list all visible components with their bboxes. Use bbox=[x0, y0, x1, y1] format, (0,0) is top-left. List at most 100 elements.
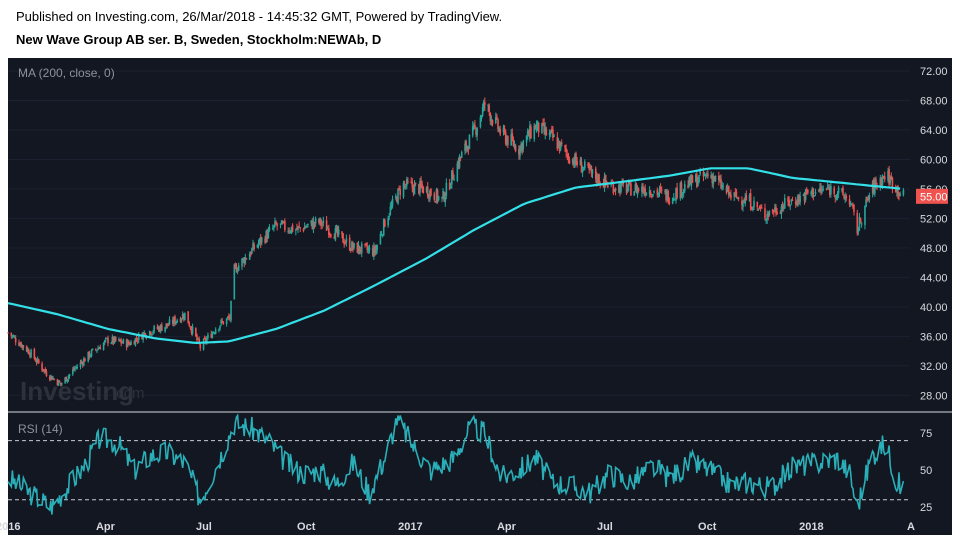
candle-body bbox=[826, 186, 829, 189]
candle-body bbox=[651, 196, 653, 198]
candle-body bbox=[207, 334, 209, 338]
candle-body bbox=[836, 194, 839, 196]
candle-body bbox=[368, 247, 371, 251]
price-tick-label: 40.00 bbox=[920, 302, 948, 314]
candle-body bbox=[422, 187, 425, 194]
price-tick-label: 36.00 bbox=[920, 331, 948, 343]
candle-body bbox=[202, 339, 205, 350]
candle-body bbox=[507, 136, 509, 145]
candle-body bbox=[849, 202, 852, 204]
date-tick-label: 2017 bbox=[398, 521, 422, 533]
candle-body bbox=[276, 224, 278, 227]
candle-body bbox=[468, 134, 471, 150]
candle-body bbox=[388, 215, 391, 217]
candle-body bbox=[707, 173, 709, 177]
candle-body bbox=[214, 329, 217, 334]
candle-body bbox=[414, 182, 417, 184]
candle-body bbox=[768, 211, 771, 216]
candle-body bbox=[460, 151, 463, 158]
candle-body bbox=[376, 245, 378, 251]
candle-body bbox=[676, 187, 678, 198]
candle-body bbox=[45, 371, 48, 377]
candle-body bbox=[757, 208, 760, 210]
candle-body bbox=[503, 128, 506, 133]
candle-body bbox=[187, 311, 189, 324]
candle-body bbox=[245, 258, 248, 260]
candle-body bbox=[102, 343, 105, 350]
price-tick-label: 48.00 bbox=[920, 243, 948, 255]
candle-body bbox=[136, 340, 139, 342]
candle-body bbox=[110, 342, 113, 344]
candle-body bbox=[426, 186, 429, 197]
candle-body bbox=[853, 204, 855, 212]
date-tick-label: Oct bbox=[698, 521, 717, 533]
candle-body bbox=[714, 175, 717, 181]
candle-body bbox=[334, 228, 337, 241]
price-tick-label: 52.00 bbox=[920, 213, 948, 225]
date-tick-label: 2016 bbox=[0, 521, 20, 533]
candle-body bbox=[260, 237, 263, 243]
candle-body bbox=[321, 224, 324, 226]
candle-body bbox=[480, 115, 483, 119]
candle-body bbox=[514, 145, 517, 152]
candle-body bbox=[672, 197, 675, 199]
candle-body bbox=[33, 349, 36, 359]
candle-body bbox=[789, 204, 792, 206]
candle-body bbox=[84, 358, 86, 362]
chart-canvas[interactable]: Investing .com MA (200, close, 0) 72.006… bbox=[0, 0, 960, 540]
candle-body bbox=[530, 126, 532, 139]
candle-body bbox=[658, 188, 661, 194]
date-tick-label: Apr bbox=[497, 521, 517, 533]
candle-body bbox=[484, 102, 486, 106]
last-price-marker: 55.00 bbox=[916, 188, 948, 204]
candle-body bbox=[825, 188, 828, 190]
date-tick-label: Jul bbox=[597, 521, 613, 533]
price-legend: MA (200, close, 0) bbox=[18, 66, 115, 80]
candle-body bbox=[196, 335, 198, 341]
candle-body bbox=[488, 105, 491, 113]
candle-body bbox=[511, 133, 514, 140]
candle-body bbox=[281, 222, 284, 224]
last-price-label: 55.00 bbox=[920, 191, 948, 203]
candle-body bbox=[437, 196, 440, 201]
candle-body bbox=[445, 182, 448, 196]
candle-body bbox=[253, 244, 255, 249]
candle-body bbox=[699, 171, 701, 175]
candle-body bbox=[607, 185, 609, 188]
candle-body bbox=[659, 187, 662, 189]
candle-body bbox=[730, 194, 732, 199]
candle-body bbox=[322, 220, 325, 224]
candle-body bbox=[830, 185, 832, 195]
candle-body bbox=[668, 201, 671, 204]
candle-body bbox=[568, 159, 571, 164]
candle-body bbox=[30, 349, 32, 357]
candle-body bbox=[189, 326, 192, 329]
candle-body bbox=[299, 227, 302, 229]
candle-body bbox=[406, 179, 408, 186]
candle-body bbox=[413, 183, 416, 195]
candle-body bbox=[344, 243, 347, 245]
candle-body bbox=[868, 195, 871, 200]
candle-body bbox=[342, 233, 344, 243]
candle-body bbox=[545, 128, 548, 136]
date-tick-label: Apr bbox=[96, 521, 116, 533]
candle-body bbox=[821, 189, 823, 192]
candle-body bbox=[637, 188, 640, 191]
date-tick-label: Oct bbox=[297, 521, 316, 533]
rsi-tick-label: 75 bbox=[920, 428, 932, 440]
candle-body bbox=[865, 199, 867, 207]
candle-body bbox=[549, 130, 552, 134]
date-tick-label: Jul bbox=[196, 521, 212, 533]
candle-body bbox=[783, 198, 786, 209]
candle-body bbox=[128, 341, 130, 345]
candle-body bbox=[397, 188, 399, 204]
candle-body bbox=[360, 243, 363, 254]
candle-body bbox=[337, 229, 340, 235]
candle-body bbox=[430, 188, 432, 196]
candle-body bbox=[389, 206, 392, 215]
candle-body bbox=[452, 171, 454, 180]
candle-body bbox=[749, 193, 752, 209]
candle-body bbox=[167, 325, 170, 327]
candle-body bbox=[598, 174, 600, 184]
candle-body bbox=[625, 183, 628, 193]
